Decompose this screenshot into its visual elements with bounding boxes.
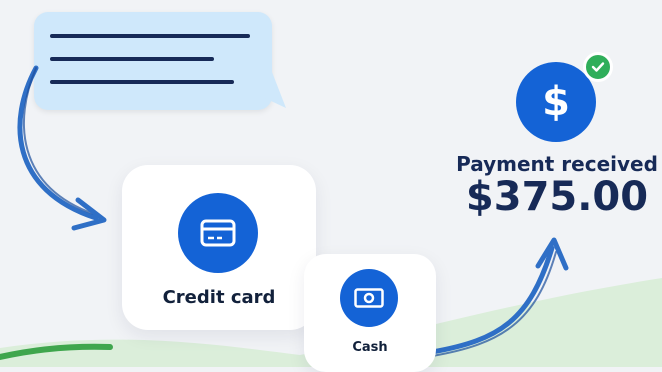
cash-icon [354, 288, 384, 308]
check-badge [583, 52, 613, 82]
bubble-text-line [50, 57, 214, 61]
credit-card-label: Credit card [162, 287, 276, 308]
chat-bubble-tail [246, 72, 286, 108]
cash-icon-circle [340, 269, 398, 327]
chat-bubble [34, 12, 272, 110]
payment-status-title: Payment received [456, 152, 658, 176]
payment-amount: $375.00 [465, 174, 649, 220]
check-icon [591, 62, 605, 72]
credit-card-icon [200, 219, 236, 247]
cash-option[interactable]: Cash [304, 254, 436, 372]
dollar-icon: $ [542, 79, 570, 125]
credit-card-option[interactable]: Credit card [122, 165, 316, 330]
bubble-text-line [50, 80, 234, 84]
cash-label: Cash [352, 340, 388, 355]
bubble-text-line [50, 34, 250, 38]
credit-card-icon-circle [178, 193, 258, 273]
